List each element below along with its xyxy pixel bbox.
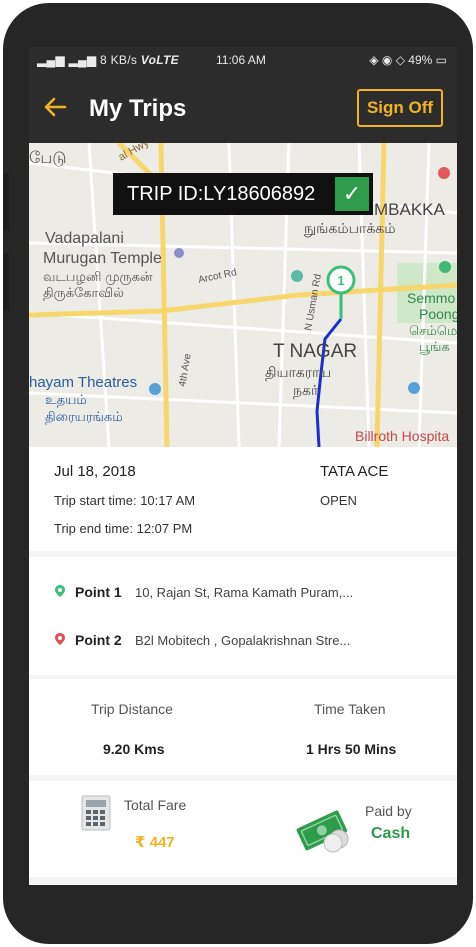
trip-id-label: TRIP ID:LY18606892 [127, 183, 316, 205]
map-label: பூங்க [419, 339, 450, 354]
check-icon: ✓ [335, 177, 369, 211]
map-label: தியாகராய [265, 364, 331, 381]
map-label: பேடு [29, 150, 67, 167]
trip-distance-label: Trip Distance [91, 701, 173, 717]
point-1-label: Point 1 [75, 584, 122, 600]
map-label: Poong [419, 306, 457, 322]
sign-off-button[interactable]: Sign Off [357, 89, 443, 127]
map-label: திரையரங்கம் [45, 409, 123, 424]
map-label: Billroth Hospita [355, 428, 449, 444]
map-label: உதயம் [45, 392, 87, 407]
battery-level: 49% [408, 53, 433, 67]
data-speed: 8 KB/s [100, 53, 138, 67]
signal-icon: ▂▄▆ ▂▄▆ [37, 53, 100, 67]
trip-summary-card: Trip Distance Time Taken 9.20 Kms 1 Hrs … [29, 679, 457, 775]
payment-method: Cash [371, 825, 411, 842]
volume-up-button [3, 173, 9, 231]
location-pin-icon [55, 585, 65, 597]
trip-end-time: Trip end time: 12:07 PM [54, 521, 193, 536]
map-label: திருக்கோவில் [43, 285, 124, 301]
trip-status: OPEN [320, 493, 357, 508]
location-pin-icon [55, 633, 65, 645]
time-taken-value: 1 Hrs 50 Mins [306, 741, 397, 757]
map-label: Vadapalani [45, 230, 124, 247]
map-label: T NAGAR [273, 341, 357, 362]
vehicle-type: TATA ACE [320, 463, 389, 480]
point-2-label: Point 2 [75, 632, 122, 648]
map-label: நகர் [293, 382, 319, 399]
back-arrow-icon[interactable] [41, 93, 69, 121]
trip-distance-value: 9.20 Kms [103, 741, 165, 757]
point-2-address[interactable]: B2l Mobitech , Gopalakrishnan Stre... [135, 633, 350, 648]
app-bar: My Trips Sign Off [29, 73, 457, 143]
status-right: ◈ ◉ ◇ 49% ▭ [369, 53, 447, 67]
phone-frame: ▂▄▆ ▂▄▆ 8 KB/s VoLTE 11:06 AM ◈ ◉ ◇ 49% … [3, 3, 473, 944]
map-label: Murugan Temple [43, 250, 162, 267]
map-label: நுங்கம்பாக்கம் [304, 220, 396, 237]
app-screen: ▂▄▆ ▂▄▆ 8 KB/s VoLTE 11:06 AM ◈ ◉ ◇ 49% … [29, 47, 457, 885]
calculator-icon [81, 795, 111, 831]
trip-id-banner: TRIP ID:LY18606892 ✓ [113, 173, 373, 215]
total-fare-value: ₹ 447 [135, 834, 175, 851]
volume-down-button [3, 253, 9, 311]
map-label: வடபழனி முருகன் [43, 269, 153, 285]
map-label: Semmo [407, 290, 455, 306]
start-marker[interactable]: 1 [337, 273, 344, 288]
trip-info-card: Jul 18, 2018 TATA ACE Trip start time: 1… [29, 447, 457, 551]
time-taken-label: Time Taken [314, 701, 386, 717]
battery-icon: ▭ [435, 53, 447, 67]
trip-map[interactable]: பேடு al Hwy Vadapalani Murugan Temple வட… [29, 143, 457, 447]
status-bar: ▂▄▆ ▂▄▆ 8 KB/s VoLTE 11:06 AM ◈ ◉ ◇ 49% … [29, 47, 457, 73]
trip-points-card: Point 1 10, Rajan St, Rama Kamath Puram,… [29, 557, 457, 675]
status-left: ▂▄▆ ▂▄▆ 8 KB/s VoLTE [37, 53, 179, 67]
map-label: hayam Theatres [29, 374, 137, 391]
map-label: செம்மெ [409, 323, 457, 338]
payment-card: Total Fare ₹ 447 Paid by Cash [29, 781, 457, 877]
wifi-icon: ◈ ◉ ◇ [369, 53, 409, 67]
page-title: My Trips [89, 95, 187, 122]
trip-date: Jul 18, 2018 [54, 463, 136, 480]
paid-by-label: Paid by [365, 803, 412, 819]
status-time: 11:06 AM [216, 53, 266, 67]
map-label: MBAKKA [374, 200, 446, 219]
cash-icon [296, 810, 349, 853]
point-1-address[interactable]: 10, Rajan St, Rama Kamath Puram,... [135, 585, 353, 600]
total-fare-label: Total Fare [124, 797, 187, 813]
trip-start-time: Trip start time: 10:17 AM [54, 493, 196, 508]
network-label: VoLTE [140, 53, 179, 67]
